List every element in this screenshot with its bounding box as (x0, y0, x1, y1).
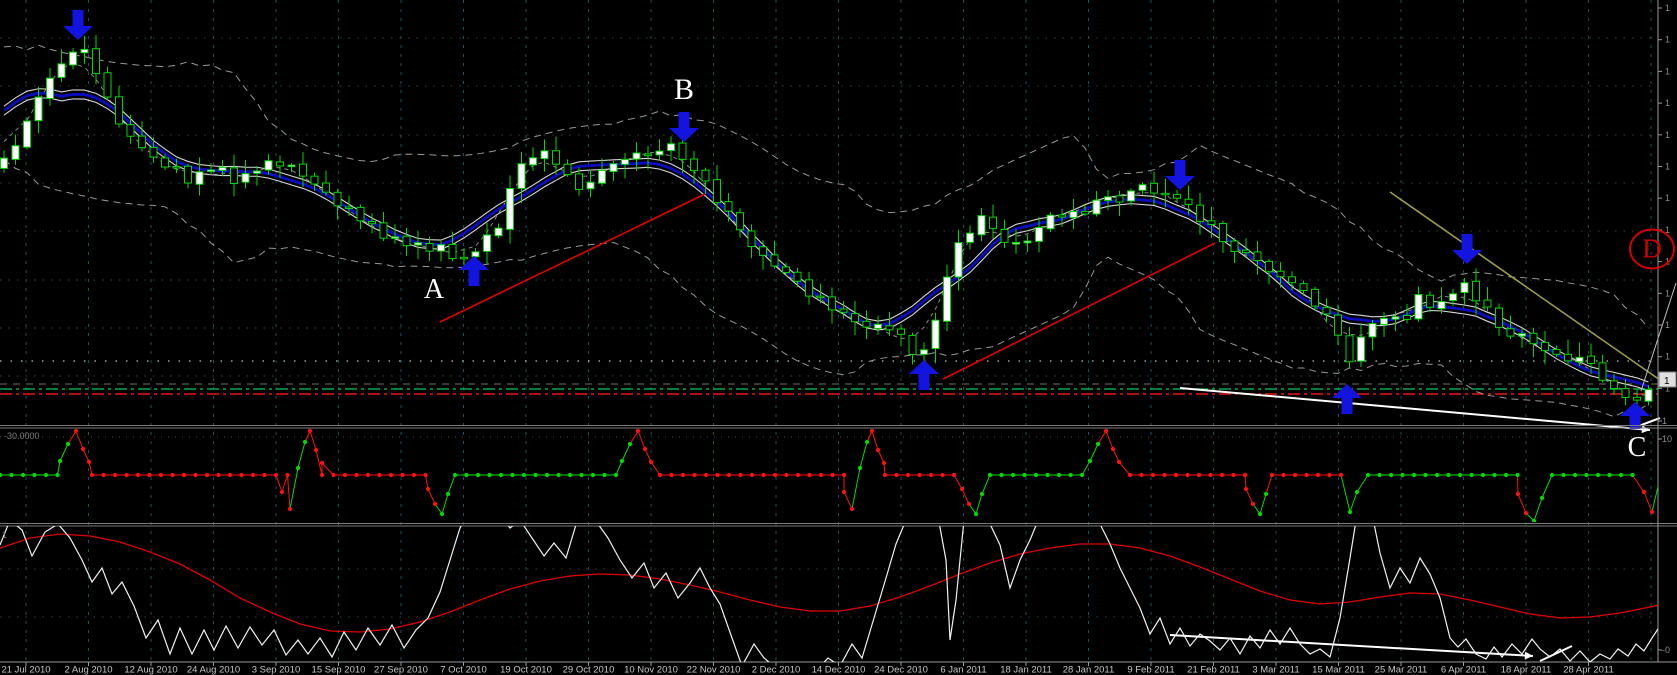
date-label: 9 Feb 2011 (1127, 665, 1174, 675)
right-axis-label: 1 (1665, 98, 1670, 108)
right-axis-label: 1 (1665, 288, 1670, 298)
right-axis-label: 10 (1662, 434, 1672, 444)
candles-layer (0, 35, 1653, 414)
date-label: 10 Nov 2010 (624, 665, 678, 675)
date-label: 6 Jan 2011 (940, 665, 986, 675)
date-label: 15 Mar 2011 (1312, 665, 1365, 675)
signal-arrows[interactable] (63, 10, 1650, 432)
date-label: 28 Jan 2011 (1063, 665, 1115, 675)
date-label: 18 Jan 2011 (1000, 665, 1052, 675)
bollinger-bands (3, 44, 1649, 418)
date-label: 12 Aug 2010 (124, 665, 177, 675)
right-axis-label: 1 (1662, 416, 1667, 426)
trading-chart-window[interactable]: 1 1 1 1 1 1 1 1 1 1 1 1 1 1 10 -0 1 21 Jul 2010 2 Aug 2010… (0, 0, 1677, 675)
label-a[interactable]: A (424, 276, 444, 304)
date-label: 3 Mar 2011 (1252, 665, 1299, 675)
right-axis-label: 1 (1665, 35, 1670, 45)
grid (0, 0, 1658, 662)
date-label: 3 Sep 2010 (252, 665, 301, 675)
right-axis-label: 1 (1665, 66, 1670, 76)
right-axis-label: 1 (1665, 3, 1670, 13)
right-axis-label: -0 (1662, 645, 1670, 655)
date-label: 18 Apr 2011 (1501, 665, 1552, 675)
date-label: 27 Sep 2010 (374, 665, 428, 675)
red-trendline-1[interactable] (439, 193, 706, 323)
trendlines[interactable] (439, 191, 1677, 662)
date-label: 24 Dec 2010 (874, 665, 928, 675)
red-trendline-2[interactable] (942, 242, 1216, 380)
label-b[interactable]: B (674, 75, 694, 105)
date-label: 14 Dec 2010 (812, 665, 866, 675)
date-label: 15 Sep 2010 (312, 665, 366, 675)
sell-signal-arrow[interactable] (63, 10, 93, 40)
date-label: 21 Feb 2011 (1187, 665, 1240, 675)
date-label: 22 Nov 2010 (687, 665, 741, 675)
white-trendline-bottom-arrowhead (1524, 651, 1533, 660)
right-axis-label: 1 (1665, 130, 1670, 140)
chart-canvas[interactable]: 1111111111111110-0121 Jul 2010 2 Aug 2010… (0, 0, 1677, 675)
date-axis[interactable]: 21 Jul 2010 2 Aug 2010 12 Aug 2010 24 Aug 2… (1, 662, 1614, 675)
date-label: 7 Oct 2010 (440, 665, 486, 675)
sell-signal-arrow[interactable] (669, 112, 699, 142)
right-axis-label: 1 (1665, 352, 1670, 362)
right-axis-label: 1 (1665, 162, 1670, 172)
date-label: 28 Apr 2011 (1563, 665, 1614, 675)
date-label: 2 Aug 2010 (64, 665, 112, 675)
sell-signal-arrow[interactable] (1165, 160, 1195, 190)
date-label: 24 Aug 2010 (187, 665, 240, 675)
bottom-panel-left-label: 1 (2, 530, 8, 540)
dot-semaphore-indicator (0, 428, 1658, 522)
label-c[interactable]: C (1628, 434, 1647, 462)
date-label: 21 Jul 2010 (1, 665, 50, 675)
label-d-circle[interactable]: D (1629, 228, 1675, 270)
olive-trendline[interactable] (1389, 191, 1661, 381)
current-price-label: 1 (1664, 376, 1670, 387)
buy-signal-arrow[interactable] (909, 360, 939, 390)
date-label: 6 Apr 2011 (1441, 665, 1486, 675)
right-axis-label: 1 (1665, 320, 1670, 330)
middle-panel-level-label: -30.0000 (4, 431, 40, 441)
ma-ribbon (3, 88, 1649, 392)
right-axis-label: 1 (1665, 193, 1670, 203)
date-label: 25 Mar 2011 (1375, 665, 1428, 675)
date-label: 29 Oct 2010 (563, 665, 615, 675)
label-d: D (1642, 233, 1662, 264)
horizontal-level-lines[interactable] (0, 360, 1658, 395)
date-label: 2 Dec 2010 (752, 665, 801, 675)
date-label: 19 Oct 2010 (500, 665, 552, 675)
